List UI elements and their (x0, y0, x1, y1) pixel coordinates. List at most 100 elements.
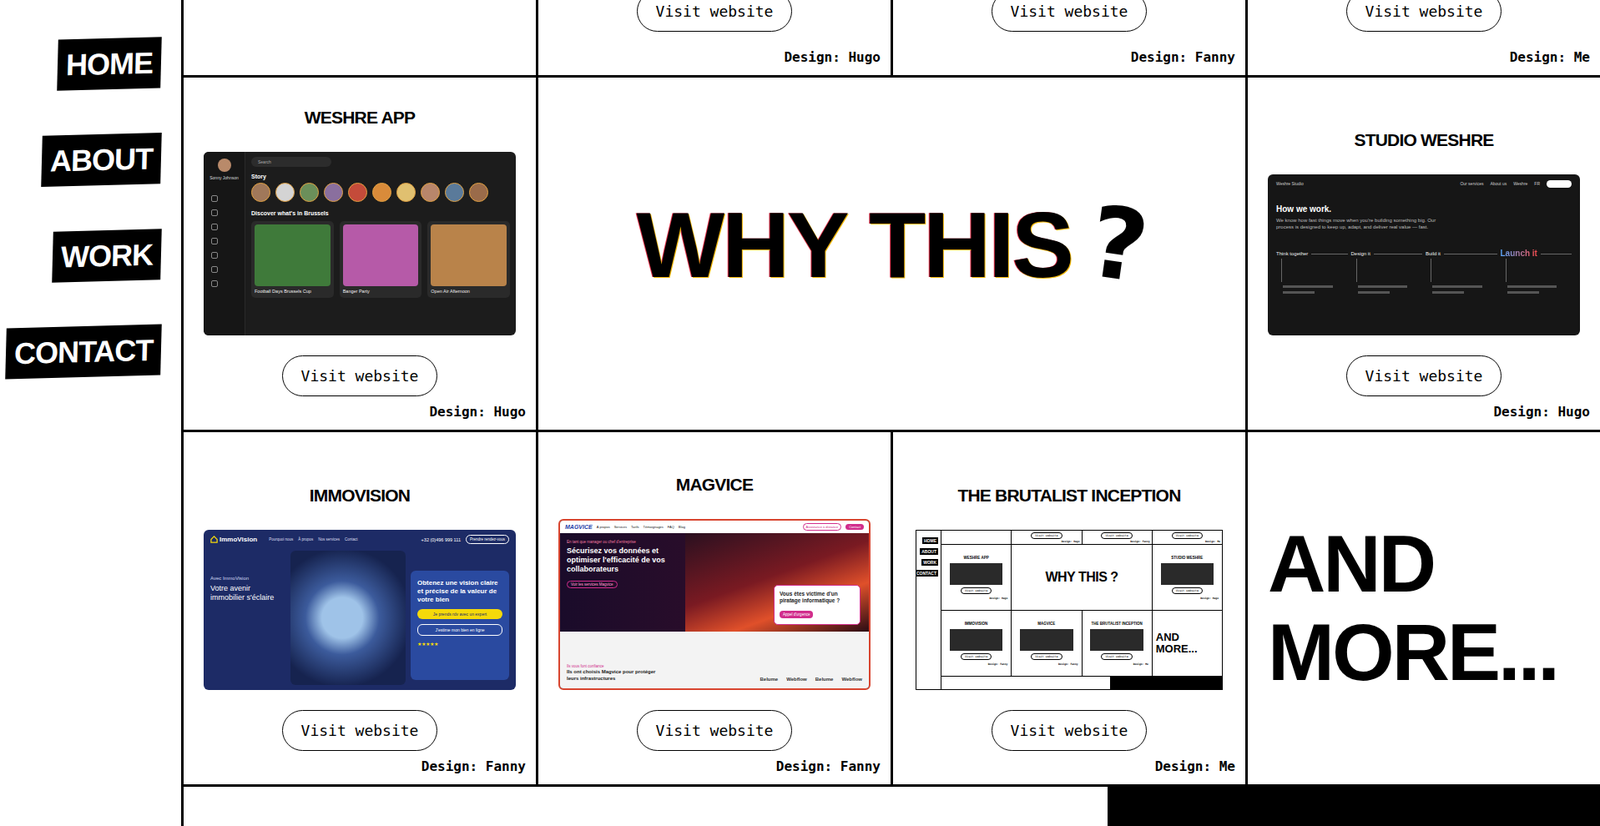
project-card: STUDIO WESHREWeshre StudioOur servicesAb… (1247, 77, 1600, 430)
step-text-bar (1432, 291, 1464, 294)
story-avatar[interactable] (299, 182, 319, 202)
nav-link[interactable]: À propos (297, 537, 313, 542)
mini-design-credit: Design: Hugo (1200, 596, 1221, 601)
expert-button[interactable]: Je prends rdv avec un expert (417, 609, 503, 620)
logo[interactable]: MAGVICE (565, 524, 593, 530)
story-avatar[interactable] (348, 182, 368, 202)
phone[interactable]: +32 (0)496 999 111 (421, 537, 461, 543)
mini-card: STUDIO WESHREVisit websiteDesign: Hugo (1152, 545, 1222, 611)
cta-pill[interactable] (1546, 180, 1572, 188)
and-more-line: MORE... (1267, 608, 1590, 697)
mini-card: MAGVICEVisit websiteDesign: Fanny (1011, 610, 1081, 677)
nav-link[interactable]: À propos (596, 524, 611, 530)
design-credit: Design: Hugo (1493, 403, 1590, 422)
story-avatar[interactable] (323, 182, 344, 202)
menu-icon[interactable] (211, 209, 218, 217)
logo[interactable]: ImmoVision (210, 535, 258, 544)
menu-icon[interactable] (211, 252, 218, 259)
visit-website-button[interactable]: Visit website (282, 710, 439, 752)
story-avatar[interactable] (396, 182, 416, 202)
nav-link[interactable]: Témoignages (643, 524, 664, 530)
nav-link[interactable]: Services (614, 524, 627, 530)
visit-website-button[interactable]: Visit website (991, 710, 1148, 752)
mini-nav-item[interactable]: ABOUT (919, 548, 939, 556)
nav-link[interactable]: FR (1534, 181, 1540, 187)
nav-link[interactable]: Blog (678, 524, 686, 530)
nav-item[interactable]: ABOUT (40, 132, 162, 187)
mini-visit-button[interactable]: Visit website (1171, 587, 1203, 595)
visit-website-button[interactable]: Visit website (282, 355, 439, 397)
menu-icon[interactable] (211, 195, 218, 202)
nav-link[interactable]: Nos services (317, 537, 340, 542)
mini-visit-button[interactable]: Visit website (1030, 532, 1062, 540)
mini-visit-button[interactable]: Visit website (960, 587, 992, 595)
menu-icon[interactable] (211, 223, 218, 231)
story-avatar[interactable] (420, 182, 440, 202)
nav-link[interactable]: Contact (344, 537, 359, 542)
card-body: THE BRUTALIST INCEPTIONHOMEABOUTWORKCONT… (903, 432, 1236, 758)
menu-icon[interactable] (211, 280, 218, 288)
story-avatar[interactable] (251, 182, 271, 202)
website-preview[interactable]: Sonny JohnsonSearchStoryDiscover what's … (203, 151, 516, 336)
bottom-row (183, 787, 1600, 826)
website-preview[interactable]: ImmoVision Pourquoi nous À propos Nos servi… (203, 529, 516, 691)
mini-nav-item[interactable]: CONTACT (915, 570, 939, 577)
event-card[interactable]: Banger Party (339, 221, 423, 298)
story-avatar[interactable] (444, 182, 465, 202)
visit-website-button[interactable]: Visit website (636, 710, 793, 752)
project-card: Visit websiteDesign: Me (1247, 0, 1600, 76)
nav-link[interactable]: Pourquoi nous (268, 537, 293, 542)
nav-links: À proposServicesTarifsTémoignagesFAQBlog (596, 524, 799, 530)
mini-nav-item[interactable]: WORK (921, 559, 939, 566)
appointment-button[interactable]: Prendre rendez-vous (465, 535, 510, 545)
mini-nav-item[interactable]: HOME (922, 537, 939, 545)
nav-link[interactable]: FAQ (667, 524, 675, 530)
timeline-line (1443, 253, 1497, 255)
nav-link[interactable]: About us (1489, 181, 1507, 187)
mini-visit-button[interactable]: Visit website (1030, 653, 1062, 661)
brand[interactable]: Weshre Studio (1276, 181, 1454, 187)
nav-link[interactable]: Our services (1459, 181, 1484, 187)
mini-design-credit: Design: Hugo (989, 596, 1010, 601)
event-card[interactable]: Football Days Brussels Cup (251, 221, 334, 298)
event-title: Football Days Brussels Cup (254, 288, 331, 295)
story-avatar[interactable] (469, 182, 489, 202)
sidebar: HOME ABOUT WORK CONTACT (0, 0, 184, 826)
heading: How we work. (1276, 204, 1572, 214)
mini-visit-button[interactable]: Visit website (1100, 653, 1132, 661)
estimate-button[interactable]: J'estime mon bien en ligne (417, 624, 503, 636)
services-button[interactable]: Voir les services Magvice (566, 580, 618, 589)
search-field[interactable]: Search (251, 156, 332, 167)
assist-button[interactable]: Assistance à distance (802, 523, 843, 531)
mini-visit-button[interactable]: Visit website (960, 653, 992, 661)
story-avatar[interactable] (275, 182, 295, 202)
website-preview[interactable]: Weshre Studio Our services About us Weshre F… (1267, 174, 1580, 336)
event-card[interactable]: Open Air Afternoon (427, 221, 510, 298)
visit-website-button[interactable]: Visit website (991, 0, 1148, 32)
nav-item[interactable]: WORK (51, 228, 162, 283)
trust-kicker: Ils vous font confiance (566, 664, 659, 669)
nav-link[interactable]: Tarifs (630, 524, 640, 530)
visit-website-button[interactable]: Visit website (1346, 355, 1503, 397)
contact-button[interactable]: Contact (845, 524, 864, 530)
menu-icon[interactable] (211, 237, 218, 245)
hero-text: Avec ImmoVisionVotre avenir immobilier s… (210, 550, 286, 686)
hero: En tant que manager ou chef d'entreprise… (560, 533, 869, 632)
mini-visit-button[interactable]: Visit website (1171, 532, 1203, 540)
nav-link[interactable]: Weshre (1513, 181, 1528, 187)
story-avatar[interactable] (372, 182, 392, 202)
mini-design-credit: Design: Fanny (988, 662, 1010, 667)
website-preview[interactable]: HOMEABOUTWORKCONTACTVisit websiteDesign:… (915, 529, 1223, 691)
menu-icon[interactable] (211, 266, 218, 273)
mini-title: MAGVICE (1037, 621, 1055, 627)
website-preview[interactable]: MAGVICEÀ proposServicesTarifsTémoignages… (558, 519, 871, 691)
nav-item[interactable]: HOME (56, 36, 162, 91)
project-title: WESHRE APP (304, 106, 415, 129)
visit-website-button[interactable]: Visit website (636, 0, 793, 32)
and-more-cell: ANDMORE... (1247, 432, 1600, 785)
visit-website-button[interactable]: Visit website (1346, 0, 1503, 32)
emergency-button[interactable]: Appel d'urgence (779, 610, 813, 619)
nav-item[interactable]: CONTACT (5, 324, 162, 380)
design-credit: Design: Fanny (1130, 48, 1236, 67)
mini-visit-button[interactable]: Visit website (1100, 532, 1132, 540)
